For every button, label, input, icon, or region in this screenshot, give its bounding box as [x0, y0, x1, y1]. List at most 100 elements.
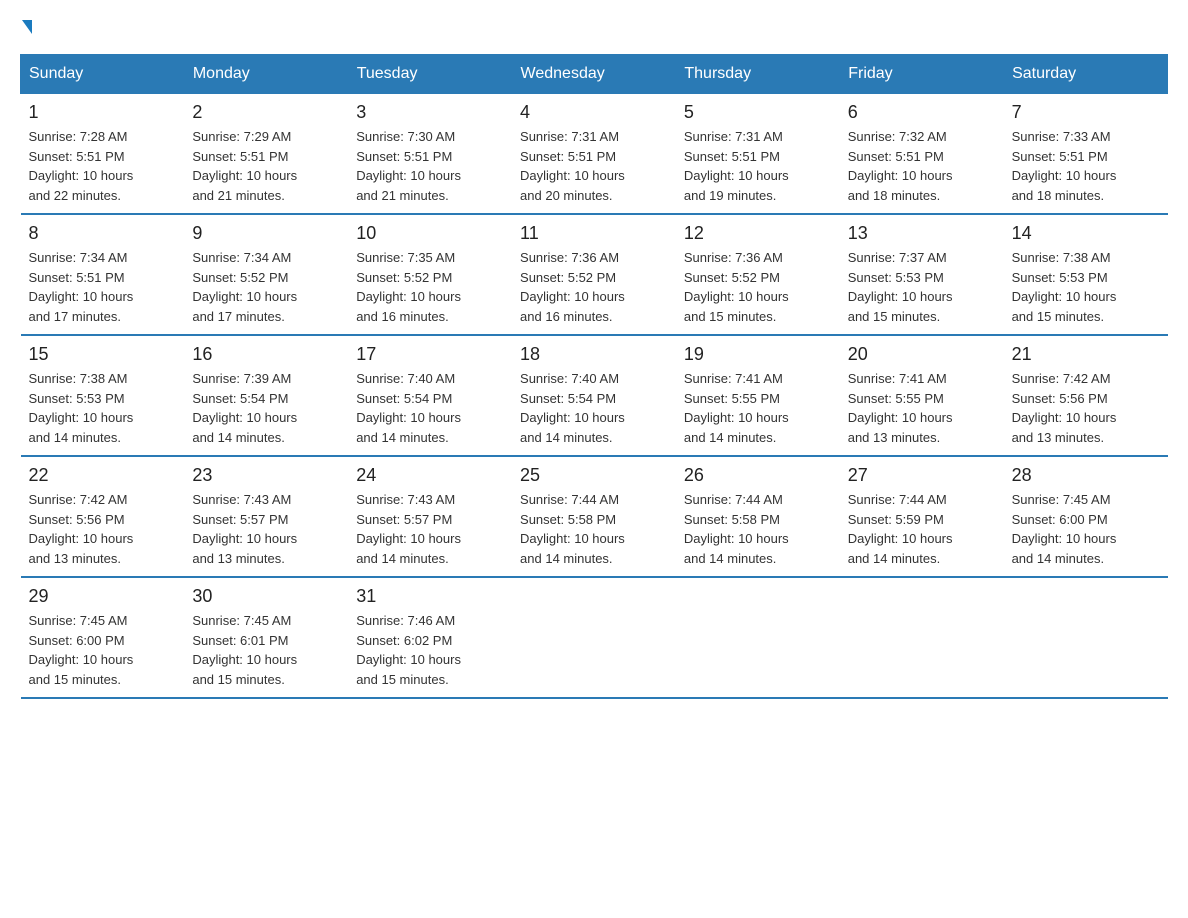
day-info: Sunrise: 7:41 AMSunset: 5:55 PMDaylight:… — [684, 371, 789, 445]
day-number: 16 — [192, 344, 340, 365]
day-number: 7 — [1012, 102, 1160, 123]
day-cell: 10 Sunrise: 7:35 AMSunset: 5:52 PMDaylig… — [348, 214, 512, 335]
day-number: 29 — [29, 586, 177, 607]
day-cell: 8 Sunrise: 7:34 AMSunset: 5:51 PMDayligh… — [21, 214, 185, 335]
day-number: 13 — [848, 223, 996, 244]
day-cell: 12 Sunrise: 7:36 AMSunset: 5:52 PMDaylig… — [676, 214, 840, 335]
day-cell: 24 Sunrise: 7:43 AMSunset: 5:57 PMDaylig… — [348, 456, 512, 577]
column-header-sunday: Sunday — [21, 55, 185, 94]
day-number: 27 — [848, 465, 996, 486]
day-info: Sunrise: 7:36 AMSunset: 5:52 PMDaylight:… — [520, 250, 625, 324]
week-row-1: 1 Sunrise: 7:28 AMSunset: 5:51 PMDayligh… — [21, 94, 1168, 215]
day-number: 30 — [192, 586, 340, 607]
day-number: 5 — [684, 102, 832, 123]
calendar-table: SundayMondayTuesdayWednesdayThursdayFrid… — [20, 54, 1168, 699]
day-info: Sunrise: 7:30 AMSunset: 5:51 PMDaylight:… — [356, 129, 461, 203]
day-info: Sunrise: 7:34 AMSunset: 5:52 PMDaylight:… — [192, 250, 297, 324]
day-info: Sunrise: 7:32 AMSunset: 5:51 PMDaylight:… — [848, 129, 953, 203]
day-cell: 9 Sunrise: 7:34 AMSunset: 5:52 PMDayligh… — [184, 214, 348, 335]
day-cell: 31 Sunrise: 7:46 AMSunset: 6:02 PMDaylig… — [348, 577, 512, 698]
day-cell: 2 Sunrise: 7:29 AMSunset: 5:51 PMDayligh… — [184, 94, 348, 215]
day-info: Sunrise: 7:31 AMSunset: 5:51 PMDaylight:… — [684, 129, 789, 203]
day-cell: 4 Sunrise: 7:31 AMSunset: 5:51 PMDayligh… — [512, 94, 676, 215]
day-number: 23 — [192, 465, 340, 486]
column-header-monday: Monday — [184, 55, 348, 94]
day-cell: 25 Sunrise: 7:44 AMSunset: 5:58 PMDaylig… — [512, 456, 676, 577]
day-number: 24 — [356, 465, 504, 486]
day-info: Sunrise: 7:44 AMSunset: 5:58 PMDaylight:… — [520, 492, 625, 566]
day-number: 4 — [520, 102, 668, 123]
day-number: 18 — [520, 344, 668, 365]
day-cell: 13 Sunrise: 7:37 AMSunset: 5:53 PMDaylig… — [840, 214, 1004, 335]
day-number: 3 — [356, 102, 504, 123]
day-info: Sunrise: 7:38 AMSunset: 5:53 PMDaylight:… — [1012, 250, 1117, 324]
day-number: 31 — [356, 586, 504, 607]
column-header-saturday: Saturday — [1004, 55, 1168, 94]
day-info: Sunrise: 7:44 AMSunset: 5:58 PMDaylight:… — [684, 492, 789, 566]
day-info: Sunrise: 7:45 AMSunset: 6:00 PMDaylight:… — [29, 613, 134, 687]
day-info: Sunrise: 7:40 AMSunset: 5:54 PMDaylight:… — [356, 371, 461, 445]
day-info: Sunrise: 7:38 AMSunset: 5:53 PMDaylight:… — [29, 371, 134, 445]
day-cell: 7 Sunrise: 7:33 AMSunset: 5:51 PMDayligh… — [1004, 94, 1168, 215]
day-info: Sunrise: 7:43 AMSunset: 5:57 PMDaylight:… — [192, 492, 297, 566]
day-cell: 19 Sunrise: 7:41 AMSunset: 5:55 PMDaylig… — [676, 335, 840, 456]
day-info: Sunrise: 7:36 AMSunset: 5:52 PMDaylight:… — [684, 250, 789, 324]
day-cell: 5 Sunrise: 7:31 AMSunset: 5:51 PMDayligh… — [676, 94, 840, 215]
day-info: Sunrise: 7:42 AMSunset: 5:56 PMDaylight:… — [1012, 371, 1117, 445]
day-info: Sunrise: 7:45 AMSunset: 6:00 PMDaylight:… — [1012, 492, 1117, 566]
day-cell: 3 Sunrise: 7:30 AMSunset: 5:51 PMDayligh… — [348, 94, 512, 215]
day-cell — [840, 577, 1004, 698]
day-info: Sunrise: 7:41 AMSunset: 5:55 PMDaylight:… — [848, 371, 953, 445]
day-number: 15 — [29, 344, 177, 365]
day-cell: 14 Sunrise: 7:38 AMSunset: 5:53 PMDaylig… — [1004, 214, 1168, 335]
day-cell: 17 Sunrise: 7:40 AMSunset: 5:54 PMDaylig… — [348, 335, 512, 456]
week-row-5: 29 Sunrise: 7:45 AMSunset: 6:00 PMDaylig… — [21, 577, 1168, 698]
day-cell — [676, 577, 840, 698]
day-info: Sunrise: 7:40 AMSunset: 5:54 PMDaylight:… — [520, 371, 625, 445]
day-number: 20 — [848, 344, 996, 365]
day-cell — [1004, 577, 1168, 698]
page-header — [20, 20, 1168, 34]
week-row-2: 8 Sunrise: 7:34 AMSunset: 5:51 PMDayligh… — [21, 214, 1168, 335]
day-info: Sunrise: 7:43 AMSunset: 5:57 PMDaylight:… — [356, 492, 461, 566]
day-info: Sunrise: 7:42 AMSunset: 5:56 PMDaylight:… — [29, 492, 134, 566]
day-info: Sunrise: 7:44 AMSunset: 5:59 PMDaylight:… — [848, 492, 953, 566]
day-info: Sunrise: 7:31 AMSunset: 5:51 PMDaylight:… — [520, 129, 625, 203]
day-number: 9 — [192, 223, 340, 244]
logo — [20, 20, 32, 34]
day-cell: 28 Sunrise: 7:45 AMSunset: 6:00 PMDaylig… — [1004, 456, 1168, 577]
day-cell: 22 Sunrise: 7:42 AMSunset: 5:56 PMDaylig… — [21, 456, 185, 577]
day-cell: 15 Sunrise: 7:38 AMSunset: 5:53 PMDaylig… — [21, 335, 185, 456]
day-number: 2 — [192, 102, 340, 123]
day-number: 1 — [29, 102, 177, 123]
day-cell: 20 Sunrise: 7:41 AMSunset: 5:55 PMDaylig… — [840, 335, 1004, 456]
week-row-3: 15 Sunrise: 7:38 AMSunset: 5:53 PMDaylig… — [21, 335, 1168, 456]
day-cell: 6 Sunrise: 7:32 AMSunset: 5:51 PMDayligh… — [840, 94, 1004, 215]
day-info: Sunrise: 7:35 AMSunset: 5:52 PMDaylight:… — [356, 250, 461, 324]
day-number: 6 — [848, 102, 996, 123]
day-number: 22 — [29, 465, 177, 486]
column-header-thursday: Thursday — [676, 55, 840, 94]
column-header-wednesday: Wednesday — [512, 55, 676, 94]
day-cell: 27 Sunrise: 7:44 AMSunset: 5:59 PMDaylig… — [840, 456, 1004, 577]
day-cell: 30 Sunrise: 7:45 AMSunset: 6:01 PMDaylig… — [184, 577, 348, 698]
day-info: Sunrise: 7:29 AMSunset: 5:51 PMDaylight:… — [192, 129, 297, 203]
day-number: 11 — [520, 223, 668, 244]
day-cell: 11 Sunrise: 7:36 AMSunset: 5:52 PMDaylig… — [512, 214, 676, 335]
day-info: Sunrise: 7:39 AMSunset: 5:54 PMDaylight:… — [192, 371, 297, 445]
day-number: 28 — [1012, 465, 1160, 486]
day-number: 26 — [684, 465, 832, 486]
day-cell — [512, 577, 676, 698]
day-cell: 26 Sunrise: 7:44 AMSunset: 5:58 PMDaylig… — [676, 456, 840, 577]
day-info: Sunrise: 7:45 AMSunset: 6:01 PMDaylight:… — [192, 613, 297, 687]
day-info: Sunrise: 7:34 AMSunset: 5:51 PMDaylight:… — [29, 250, 134, 324]
day-number: 12 — [684, 223, 832, 244]
day-cell: 29 Sunrise: 7:45 AMSunset: 6:00 PMDaylig… — [21, 577, 185, 698]
day-cell: 21 Sunrise: 7:42 AMSunset: 5:56 PMDaylig… — [1004, 335, 1168, 456]
day-number: 21 — [1012, 344, 1160, 365]
day-number: 25 — [520, 465, 668, 486]
day-cell: 18 Sunrise: 7:40 AMSunset: 5:54 PMDaylig… — [512, 335, 676, 456]
column-header-friday: Friday — [840, 55, 1004, 94]
day-info: Sunrise: 7:28 AMSunset: 5:51 PMDaylight:… — [29, 129, 134, 203]
day-info: Sunrise: 7:46 AMSunset: 6:02 PMDaylight:… — [356, 613, 461, 687]
